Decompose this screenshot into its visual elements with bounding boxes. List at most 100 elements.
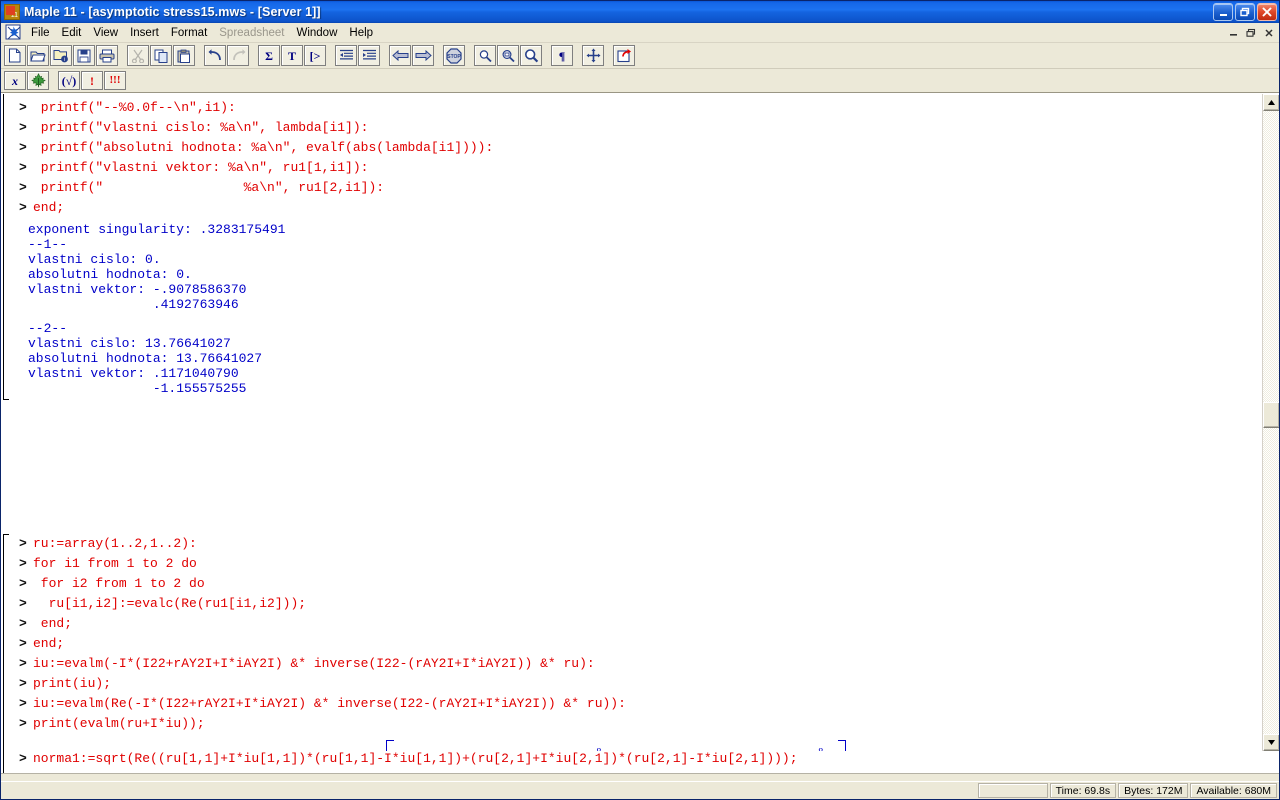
outdent-icon[interactable] <box>335 45 357 66</box>
prompt-symbol: > <box>19 596 27 611</box>
output-line: vlastni cislo: 0. <box>28 252 161 267</box>
maple-application-window: 11 Maple 11 - [asymptotic stress15.mws -… <box>0 0 1280 800</box>
menubar: File Edit View Insert Format Spreadsheet… <box>1 23 1279 43</box>
menu-help[interactable]: Help <box>343 24 379 42</box>
input-line[interactable]: > print(evalm(ru+I*iu)); <box>15 716 1251 736</box>
input-line[interactable]: > printf(" %a\n", ru1[2,i1]): <box>15 180 1251 200</box>
execution-group-1: > printf("--%0.0f--\n",i1): > printf("vl… <box>1 94 1251 400</box>
input-line[interactable]: > end; <box>15 616 1251 636</box>
input-line[interactable]: > ru[i1,i2]:=evalc(Re(ru1[i1,i2])); <box>15 596 1251 616</box>
maple-leaf-icon[interactable] <box>27 71 49 90</box>
input-code: printf("absolutni hodnota: %a\n", evalf(… <box>33 140 494 155</box>
output-line: exponent singularity: .3283175491 <box>28 222 286 237</box>
menu-window[interactable]: Window <box>290 24 343 42</box>
forward-arrow-icon[interactable] <box>412 45 434 66</box>
output-line: absolutni hodnota: 0. <box>28 267 192 282</box>
paragraph-mark-icon[interactable]: ¶ <box>551 45 573 66</box>
input-code: for i2 from 1 to 2 do <box>33 576 205 591</box>
input-code: iu:=evalm(Re(-I*(I22+rAY2I+I*iAY2I) &* i… <box>33 696 626 711</box>
vertical-scrollbar[interactable] <box>1262 94 1279 751</box>
prompt-symbol: > <box>19 140 27 155</box>
execute-check-icon[interactable]: (√) <box>58 71 80 90</box>
save-icon[interactable] <box>73 45 95 66</box>
menu-insert[interactable]: Insert <box>124 24 165 42</box>
menu-format[interactable]: Format <box>165 24 213 42</box>
input-line[interactable]: > for i2 from 1 to 2 do <box>15 576 1251 596</box>
restore-button[interactable] <box>1235 3 1255 21</box>
output-blank-line <box>15 312 1251 321</box>
svg-text:i: i <box>64 57 65 63</box>
output-line: .4192763946 <box>28 297 239 312</box>
input-line[interactable]: > print(iu); <box>15 676 1251 696</box>
new-document-icon[interactable] <box>4 45 26 66</box>
close-button[interactable] <box>1257 3 1277 21</box>
minimize-button[interactable] <box>1213 3 1233 21</box>
open-folder-icon[interactable] <box>27 45 49 66</box>
sigma-math-input-icon[interactable]: Σ <box>258 45 280 66</box>
prompt-symbol: > <box>19 536 27 551</box>
paste-icon[interactable] <box>173 45 195 66</box>
undo-redo-toolbar-group <box>204 45 250 66</box>
input-line[interactable]: > printf("vlastni cislo: %a\n", lambda[i… <box>15 120 1251 140</box>
menu-view[interactable]: View <box>87 24 124 42</box>
stop-sign-icon[interactable]: STOP <box>443 45 465 66</box>
open-url-icon[interactable]: i <box>50 45 72 66</box>
prompt-symbol: > <box>19 656 27 671</box>
back-arrow-icon[interactable] <box>389 45 411 66</box>
menu-file[interactable]: File <box>25 24 56 42</box>
variable-x-icon[interactable]: x <box>4 71 26 90</box>
menu-edit[interactable]: Edit <box>56 24 88 42</box>
scrollbar-thumb[interactable] <box>1263 402 1279 428</box>
input-code: printf("--%0.0f--\n",i1): <box>33 100 236 115</box>
maple-input-icon[interactable]: [> <box>304 45 326 66</box>
menu-spreadsheet: Spreadsheet <box>219 26 285 39</box>
restart-server-icon[interactable] <box>613 45 635 66</box>
output-line: --1-- <box>28 237 68 252</box>
command-line-code: norma1:=sqrt(Re((ru[1,1]+I*iu[1,1])*(ru[… <box>33 751 798 766</box>
worksheet-canvas[interactable]: > for i1 from 1 to 2 do > printf("--%0.0f… <box>1 94 1262 751</box>
input-line[interactable]: > printf("vlastni vektor: %a\n", ru1[1,i… <box>15 160 1251 180</box>
copy-icon[interactable] <box>150 45 172 66</box>
input-line[interactable]: > end; <box>15 200 1251 220</box>
scroll-down-button[interactable] <box>1263 734 1279 751</box>
input-line[interactable]: > iu:=evalm(-I*(I22+rAY2I+I*iAY2I) &* inv… <box>15 656 1251 676</box>
input-code: ru:=array(1..2,1..2): <box>33 536 197 551</box>
input-line[interactable]: > printf("absolutni hodnota: %a\n", eval… <box>15 140 1251 160</box>
print-icon[interactable] <box>96 45 118 66</box>
input-line[interactable]: > printf("--%0.0f--\n",i1): <box>15 100 1251 120</box>
prompt-symbol: > <box>19 716 27 731</box>
matrix-container: 1.601464994 + 0.2149761867 10-8 I 1.8813… <box>386 740 846 751</box>
mdi-restore-button[interactable] <box>1243 25 1259 40</box>
bang-glyph: ! <box>90 73 94 88</box>
prompt-symbol: > <box>19 160 27 175</box>
zoom-fit-icon[interactable] <box>497 45 519 66</box>
context-execute-group: (√) ! !!! <box>58 71 127 90</box>
execute-all-icon[interactable]: !!! <box>104 71 126 90</box>
mdi-minimize-button[interactable] <box>1225 25 1241 40</box>
input-code: iu:=evalm(-I*(I22+rAY2I+I*iAY2I) &* inve… <box>33 656 595 671</box>
scroll-up-button[interactable] <box>1263 94 1279 111</box>
input-code: for i1 from 1 to 2 do <box>33 556 197 571</box>
text-input-icon[interactable]: T <box>281 45 303 66</box>
input-code: end; <box>33 616 73 631</box>
statusbar-time: Time: 69.8s <box>1049 783 1117 798</box>
zoom-out-icon[interactable] <box>474 45 496 66</box>
zoom-in-icon[interactable] <box>520 45 542 66</box>
execute-worksheet-icon[interactable]: ! <box>81 71 103 90</box>
output-line: absolutni hodnota: 13.76641027 <box>28 351 263 366</box>
input-line[interactable]: > end; <box>15 636 1251 656</box>
undo-arrow-icon[interactable] <box>204 45 226 66</box>
indent-icon[interactable] <box>358 45 380 66</box>
svg-text:STOP: STOP <box>447 54 461 60</box>
input-line[interactable]: > iu:=evalm(Re(-I*(I22+rAY2I+I*iAY2I) &* … <box>15 696 1251 716</box>
input-code: printf(" %a\n", ru1[2,i1]): <box>33 180 385 195</box>
output-line: --2-- <box>28 321 68 336</box>
maple-leaf-menu-icon[interactable] <box>5 24 22 41</box>
input-line[interactable]: > for i1 from 1 to 2 do <box>15 556 1251 576</box>
input-line[interactable]: > ru:=array(1..2,1..2): <box>15 536 1251 556</box>
mdi-close-button[interactable] <box>1261 25 1277 40</box>
input-code: printf("vlastni vektor: %a\n", ru1[1,i1]… <box>33 160 369 175</box>
current-input-line[interactable]: > norma1:=sqrt(Re((ru[1,1]+I*iu[1,1])*(ru… <box>1 751 1279 773</box>
pan-move-icon[interactable] <box>582 45 604 66</box>
cut-scissors-icon <box>127 45 149 66</box>
